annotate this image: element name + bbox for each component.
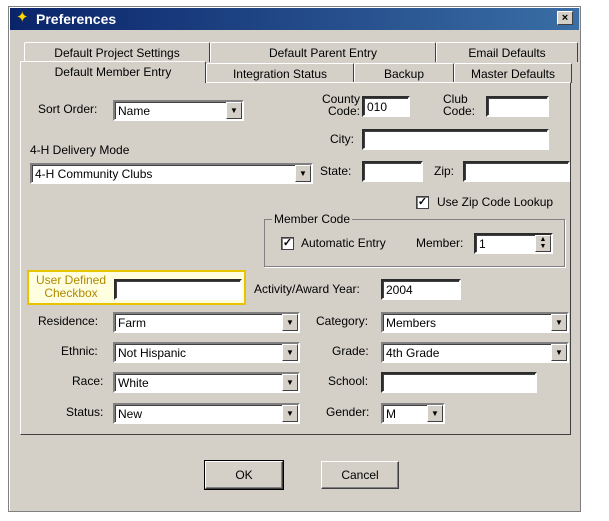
zip-lookup-checkbox[interactable]: ✓ bbox=[416, 196, 429, 209]
residence-select[interactable]: Farm ▼ bbox=[113, 312, 300, 333]
ethnic-select[interactable]: Not Hispanic ▼ bbox=[113, 342, 300, 363]
race-select[interactable]: White ▼ bbox=[113, 372, 300, 393]
status-value: New bbox=[118, 407, 143, 421]
member-spinner[interactable]: 1 ▲ ▼ bbox=[474, 233, 553, 254]
category-value: Members bbox=[386, 316, 437, 330]
chevron-down-icon[interactable]: ▼ bbox=[282, 374, 298, 391]
close-button[interactable]: × bbox=[557, 11, 573, 25]
member-label: Member: bbox=[416, 236, 464, 250]
delivery-mode-label: 4-H Delivery Mode bbox=[30, 143, 130, 157]
zip-lookup-label: Use Zip Code Lookup bbox=[437, 195, 554, 209]
tab-default-parent-entry[interactable]: Default Parent Entry bbox=[210, 42, 436, 62]
grade-select[interactable]: 4th Grade ▼ bbox=[381, 342, 569, 363]
category-label: Category: bbox=[316, 314, 369, 328]
state-label: State: bbox=[320, 164, 352, 178]
club-code-label: Club Code: bbox=[443, 93, 475, 117]
spin-down-icon[interactable]: ▼ bbox=[540, 243, 547, 250]
tab-default-project-settings[interactable]: Default Project Settings bbox=[24, 42, 210, 62]
zip-input[interactable] bbox=[463, 161, 570, 182]
gender-label: Gender: bbox=[326, 405, 370, 419]
zip-label: Zip: bbox=[434, 164, 455, 178]
window-title: Preferences bbox=[36, 11, 117, 27]
app-icon: ✦ bbox=[16, 9, 29, 26]
race-value: White bbox=[118, 376, 149, 390]
spin-up-icon[interactable]: ▲ bbox=[540, 236, 547, 243]
county-code-label-line2: Code: bbox=[327, 104, 360, 118]
spin-arrows-icon[interactable]: ▲ ▼ bbox=[535, 235, 551, 252]
user-defined-label-line1: User Defined bbox=[35, 273, 107, 287]
grade-label: Grade: bbox=[332, 344, 369, 358]
grade-value: 4th Grade bbox=[386, 346, 440, 360]
state-input[interactable] bbox=[362, 161, 423, 182]
tab-master-defaults[interactable]: Master Defaults bbox=[454, 63, 572, 83]
chevron-down-icon[interactable]: ▼ bbox=[282, 344, 298, 361]
chevron-down-icon[interactable]: ▼ bbox=[282, 405, 298, 422]
club-code-label-line2: Code: bbox=[443, 104, 476, 118]
status-label: Status: bbox=[66, 405, 104, 419]
member-code-title: Member Code bbox=[272, 212, 353, 226]
city-input[interactable] bbox=[362, 129, 549, 150]
tab-backup[interactable]: Backup bbox=[354, 63, 454, 83]
club-code-input[interactable] bbox=[486, 96, 549, 117]
cancel-button[interactable]: Cancel bbox=[321, 461, 399, 489]
automatic-entry-checkbox[interactable]: ✓ bbox=[281, 237, 294, 250]
user-defined-label-line2: Checkbox bbox=[44, 286, 98, 300]
school-label: School: bbox=[328, 374, 369, 388]
delivery-mode-select[interactable]: 4-H Community Clubs ▼ bbox=[30, 163, 313, 184]
status-select[interactable]: New ▼ bbox=[113, 403, 300, 424]
chevron-down-icon[interactable]: ▼ bbox=[282, 314, 298, 331]
chevron-down-icon[interactable]: ▼ bbox=[551, 314, 567, 331]
user-defined-label: User Defined Checkbox bbox=[30, 274, 112, 300]
chevron-down-icon[interactable]: ▼ bbox=[295, 165, 311, 182]
residence-value: Farm bbox=[118, 316, 146, 330]
activity-year-input[interactable]: 2004 bbox=[381, 279, 461, 300]
residence-label: Residence: bbox=[38, 314, 99, 328]
user-defined-input[interactable] bbox=[114, 279, 242, 300]
tab-default-member-entry[interactable]: Default Member Entry bbox=[20, 61, 206, 83]
member-value: 1 bbox=[479, 237, 486, 251]
sort-order-label: Sort Order: bbox=[38, 102, 98, 116]
sort-order-select[interactable]: Name ▼ bbox=[113, 100, 244, 121]
activity-year-label: Activity/Award Year: bbox=[254, 282, 360, 296]
delivery-mode-value: 4-H Community Clubs bbox=[35, 167, 153, 181]
tab-email-defaults[interactable]: Email Defaults bbox=[436, 42, 578, 62]
chevron-down-icon[interactable]: ▼ bbox=[226, 102, 242, 119]
chevron-down-icon[interactable]: ▼ bbox=[551, 344, 567, 361]
tab-integration-status[interactable]: Integration Status bbox=[206, 63, 354, 83]
school-input[interactable] bbox=[381, 372, 537, 393]
gender-select[interactable]: M ▼ bbox=[381, 403, 445, 424]
county-code-label: County Code: bbox=[312, 93, 360, 117]
category-select[interactable]: Members ▼ bbox=[381, 312, 569, 333]
automatic-entry-label: Automatic Entry bbox=[301, 236, 386, 250]
race-label: Race: bbox=[72, 374, 104, 388]
ethnic-value: Not Hispanic bbox=[118, 346, 187, 360]
gender-value: M bbox=[386, 407, 396, 421]
ethnic-label: Ethnic: bbox=[61, 344, 98, 358]
ok-button[interactable]: OK bbox=[204, 460, 284, 490]
sort-order-value: Name bbox=[118, 104, 151, 118]
city-label: City: bbox=[330, 132, 354, 146]
chevron-down-icon[interactable]: ▼ bbox=[427, 405, 443, 422]
county-code-input[interactable]: 010 bbox=[362, 96, 410, 117]
